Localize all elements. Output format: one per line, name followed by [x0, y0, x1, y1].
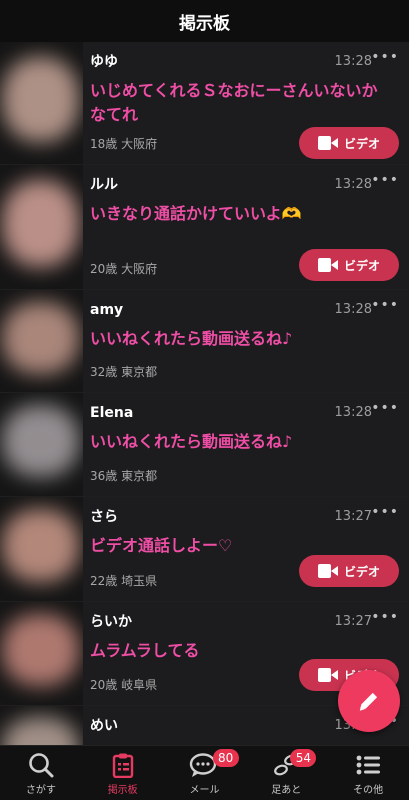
tab-board[interactable]: 掲示板: [82, 746, 164, 800]
poster-age-location: 18歳 大阪府: [90, 137, 158, 151]
poster-age-location: 36歳 東京都: [90, 469, 158, 483]
poster-age-location: 22歳 埼玉県: [90, 574, 158, 588]
tab-search[interactable]: さがす: [0, 746, 82, 800]
search-icon: [29, 753, 54, 778]
poster-age-location: 32歳 東京都: [90, 365, 158, 379]
avatar[interactable]: [0, 42, 83, 164]
list-item[interactable]: さら 13:27 ••• ビデオ通話しよー♡ 22歳 埼玉県 ビデオ: [0, 497, 409, 602]
video-camera-icon: [317, 258, 338, 272]
video-call-button[interactable]: ビデオ: [299, 555, 399, 587]
more-options-icon[interactable]: •••: [371, 49, 399, 65]
post-time: 13:27: [334, 614, 372, 629]
post-message: いいねくれたら動画送るね♪: [90, 432, 293, 451]
app-header: 掲示板: [0, 0, 409, 42]
more-options-icon[interactable]: •••: [371, 172, 399, 188]
post-message: いいねくれたら動画送るね♪: [90, 329, 293, 348]
post-time: 13:28: [334, 405, 372, 420]
footprints-badge: 54: [290, 749, 317, 767]
more-options-icon[interactable]: •••: [371, 297, 399, 313]
compose-post-button[interactable]: [338, 670, 400, 732]
tab-footprints[interactable]: 足あと 54: [245, 746, 327, 800]
unread-mail-badge: 80: [212, 749, 239, 767]
post-message: いじめてくれるＳなおにーさんいないかなてれ: [90, 81, 378, 124]
more-options-icon[interactable]: •••: [371, 609, 399, 625]
poster-age-location: 20歳 岐阜県: [90, 678, 158, 692]
avatar[interactable]: [0, 393, 83, 496]
video-camera-icon: [317, 564, 338, 578]
pencil-icon: [359, 692, 378, 711]
more-options-icon[interactable]: •••: [371, 504, 399, 520]
avatar[interactable]: [0, 290, 83, 392]
avatar[interactable]: [0, 706, 83, 745]
video-call-button[interactable]: ビデオ: [299, 249, 399, 281]
avatar[interactable]: [0, 602, 83, 705]
avatar[interactable]: [0, 497, 83, 601]
post-message: いきなり通話かけていいよ🫶: [90, 204, 302, 223]
post-time: 13:28: [334, 54, 372, 69]
poster-age-location: 20歳 大阪府: [90, 262, 158, 276]
bottom-tab-bar: さがす 掲示板 メール 80 足あと 54 その他: [0, 745, 409, 800]
list-icon: [356, 755, 381, 775]
list-item[interactable]: ルル 13:28 ••• いきなり通話かけていいよ🫶 20歳 大阪府 ビデオ: [0, 165, 409, 290]
list-item[interactable]: Elena 13:28 ••• いいねくれたら動画送るね♪ 36歳 東京都: [0, 393, 409, 497]
page-title: 掲示板: [179, 13, 230, 34]
tab-mail[interactable]: メール 80: [164, 746, 246, 800]
post-time: 13:28: [334, 302, 372, 317]
post-list[interactable]: ゆゆ 13:28 ••• いじめてくれるＳなおにーさんいないかなてれ 18歳 大…: [0, 42, 409, 745]
clipboard-icon: [112, 753, 133, 778]
list-item[interactable]: ゆゆ 13:28 ••• いじめてくれるＳなおにーさんいないかなてれ 18歳 大…: [0, 42, 409, 165]
post-time: 13:28: [334, 177, 372, 192]
list-item[interactable]: amy 13:28 ••• いいねくれたら動画送るね♪ 32歳 東京都: [0, 290, 409, 393]
tab-other[interactable]: その他: [327, 746, 409, 800]
post-time: 13:27: [334, 509, 372, 524]
video-call-button[interactable]: ビデオ: [299, 127, 399, 159]
more-options-icon[interactable]: •••: [371, 400, 399, 416]
video-camera-icon: [317, 668, 338, 682]
avatar[interactable]: [0, 165, 83, 289]
video-camera-icon: [317, 136, 338, 150]
